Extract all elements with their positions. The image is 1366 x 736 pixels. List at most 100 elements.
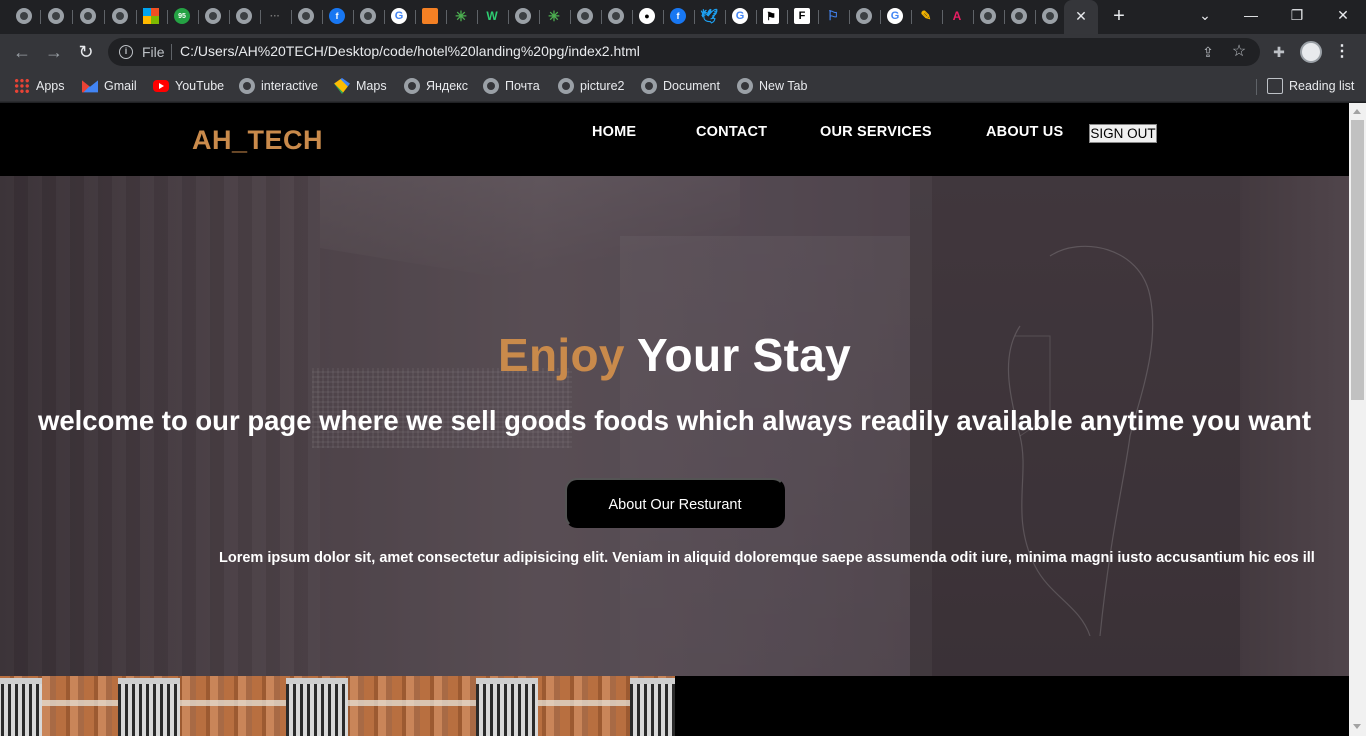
facebook-icon[interactable]: f <box>670 8 686 24</box>
extensions-puzzle-icon[interactable]: ✚ <box>1270 43 1288 61</box>
browser-toolbar: ← → ↻ i File C:/Users/AH%20TECH/Desktop/… <box>0 34 1366 70</box>
globe-icon[interactable] <box>80 8 96 24</box>
brand-logo[interactable]: AH_TECH <box>192 125 323 156</box>
forward-arrow-icon[interactable]: → <box>43 41 65 63</box>
maps-icon <box>334 78 350 94</box>
microsoft-icon[interactable] <box>143 8 159 24</box>
tab-separator <box>40 10 41 24</box>
tab-search-icon[interactable]: ⌄ <box>1191 4 1219 26</box>
globe-icon[interactable] <box>205 8 221 24</box>
globe-icon[interactable] <box>515 8 531 24</box>
scroll-down-arrow-icon[interactable] <box>1353 724 1361 729</box>
building-window <box>0 678 42 736</box>
a-icon[interactable]: A <box>949 8 965 24</box>
info-icon[interactable]: i <box>119 45 133 59</box>
hero-section: Enjoy Your Stay welcome to our page wher… <box>0 176 1349 676</box>
bookmark-pochta[interactable]: Почта <box>483 75 540 97</box>
globe-icon[interactable] <box>1042 8 1058 24</box>
kebab-menu-icon[interactable]: ⋮ <box>1334 42 1350 62</box>
globe-icon[interactable] <box>1011 8 1027 24</box>
globe-icon[interactable] <box>236 8 252 24</box>
back-arrow-icon[interactable]: ← <box>11 41 33 63</box>
bookmark-maps[interactable]: Maps <box>334 75 387 97</box>
globe-icon[interactable] <box>112 8 128 24</box>
spark-icon[interactable]: ✳ <box>546 8 562 24</box>
close-window-button[interactable]: ✕ <box>1329 4 1357 26</box>
google-icon[interactable]: G <box>732 8 748 24</box>
bookmark-picture2[interactable]: picture2 <box>558 75 624 97</box>
w-icon[interactable]: W <box>484 8 500 24</box>
tab-separator <box>539 10 540 24</box>
bookmark-star-icon[interactable]: ☆ <box>1230 43 1248 61</box>
hero-title-rest: Your Stay <box>624 329 851 381</box>
nav-home[interactable]: HOME <box>592 124 636 140</box>
hero-subtitle: welcome to our page where we sell goods … <box>37 405 1312 436</box>
flag-outline-icon[interactable]: ⚐ <box>825 8 841 24</box>
bookmark-label: Maps <box>356 79 387 93</box>
reading-list-button[interactable]: Reading list <box>1267 75 1354 97</box>
address-bar[interactable]: i File C:/Users/AH%20TECH/Desktop/code/h… <box>108 38 1260 66</box>
globe-icon[interactable] <box>16 8 32 24</box>
stackoverflow-icon[interactable] <box>422 8 438 24</box>
scroll-up-arrow-icon[interactable] <box>1353 109 1361 114</box>
flag-icon[interactable]: ⚑ <box>763 8 779 24</box>
bookmark-apps[interactable]: Apps <box>14 75 65 97</box>
url-text[interactable]: C:/Users/AH%20TECH/Desktop/code/hotel%20… <box>180 43 640 59</box>
globe-icon[interactable] <box>856 8 872 24</box>
nav-our-services[interactable]: OUR SERVICES <box>820 124 932 140</box>
globe-icon[interactable] <box>298 8 314 24</box>
bookmark-interactive[interactable]: interactive <box>239 75 318 97</box>
globe-icon <box>737 78 753 94</box>
share-icon[interactable]: ⇪ <box>1200 44 1216 60</box>
bookmark-gmail[interactable]: Gmail <box>82 75 137 97</box>
profile-avatar[interactable] <box>1300 41 1322 63</box>
tab-separator <box>229 10 230 24</box>
close-tab-icon[interactable]: ✕ <box>1073 8 1089 24</box>
tab-separator <box>198 10 199 24</box>
tab-separator <box>167 10 168 24</box>
scheme-label: File <box>142 44 165 60</box>
facebook-icon[interactable]: f <box>329 8 345 24</box>
nav-contact[interactable]: CONTACT <box>696 124 767 140</box>
globe-icon <box>239 78 255 94</box>
sign-out-button[interactable]: SIGN OUT <box>1089 124 1157 143</box>
bookmark-label: Gmail <box>104 79 137 93</box>
google-icon[interactable]: G <box>887 8 903 24</box>
bookmark-yandex[interactable]: Яндекс <box>404 75 468 97</box>
nav-about-us[interactable]: ABOUT US <box>986 124 1063 140</box>
dots-icon[interactable]: ··· <box>267 8 283 24</box>
gmail-icon <box>82 80 98 93</box>
hero-title-accent: Enjoy <box>497 329 625 381</box>
whatsapp-icon[interactable]: 95 <box>174 8 190 24</box>
new-tab-button[interactable]: + <box>1109 6 1129 26</box>
bookmark-new-tab[interactable]: New Tab <box>737 75 807 97</box>
hero-description: Lorem ipsum dolor sit, amet consectetur … <box>219 550 1315 566</box>
globe-icon[interactable] <box>360 8 376 24</box>
minimize-button[interactable]: — <box>1237 4 1265 26</box>
bookmark-youtube[interactable]: YouTube <box>153 75 224 97</box>
globe-icon[interactable] <box>608 8 624 24</box>
pen-icon[interactable]: ✎ <box>918 8 934 24</box>
globe-icon[interactable] <box>980 8 996 24</box>
badge-icon[interactable]: ● <box>639 8 655 24</box>
tab-separator <box>601 10 602 24</box>
tab-separator <box>384 10 385 24</box>
scrollbar-thumb[interactable] <box>1351 120 1364 400</box>
about-restaurant-button[interactable]: About Our Resturant <box>565 478 785 528</box>
globe-icon[interactable] <box>48 8 64 24</box>
bookmarks-bar: Apps Gmail YouTube interactive Maps Янде… <box>0 70 1366 102</box>
site-header: AH_TECH HOME CONTACT OUR SERVICES ABOUT … <box>0 103 1349 176</box>
google-icon[interactable]: G <box>391 8 407 24</box>
f-icon[interactable]: F <box>794 8 810 24</box>
address-separator <box>171 44 172 60</box>
reading-list-icon <box>1267 78 1283 94</box>
bookmark-document[interactable]: Document <box>641 75 720 97</box>
spark-icon[interactable]: ✳ <box>453 8 469 24</box>
tab-separator <box>446 10 447 24</box>
twitter-icon[interactable]: 🕊 <box>700 8 718 24</box>
restore-button[interactable]: ❐ <box>1283 4 1311 26</box>
globe-icon <box>641 78 657 94</box>
tab-separator <box>849 10 850 24</box>
globe-icon[interactable] <box>577 8 593 24</box>
reload-icon[interactable]: ↻ <box>75 41 97 63</box>
